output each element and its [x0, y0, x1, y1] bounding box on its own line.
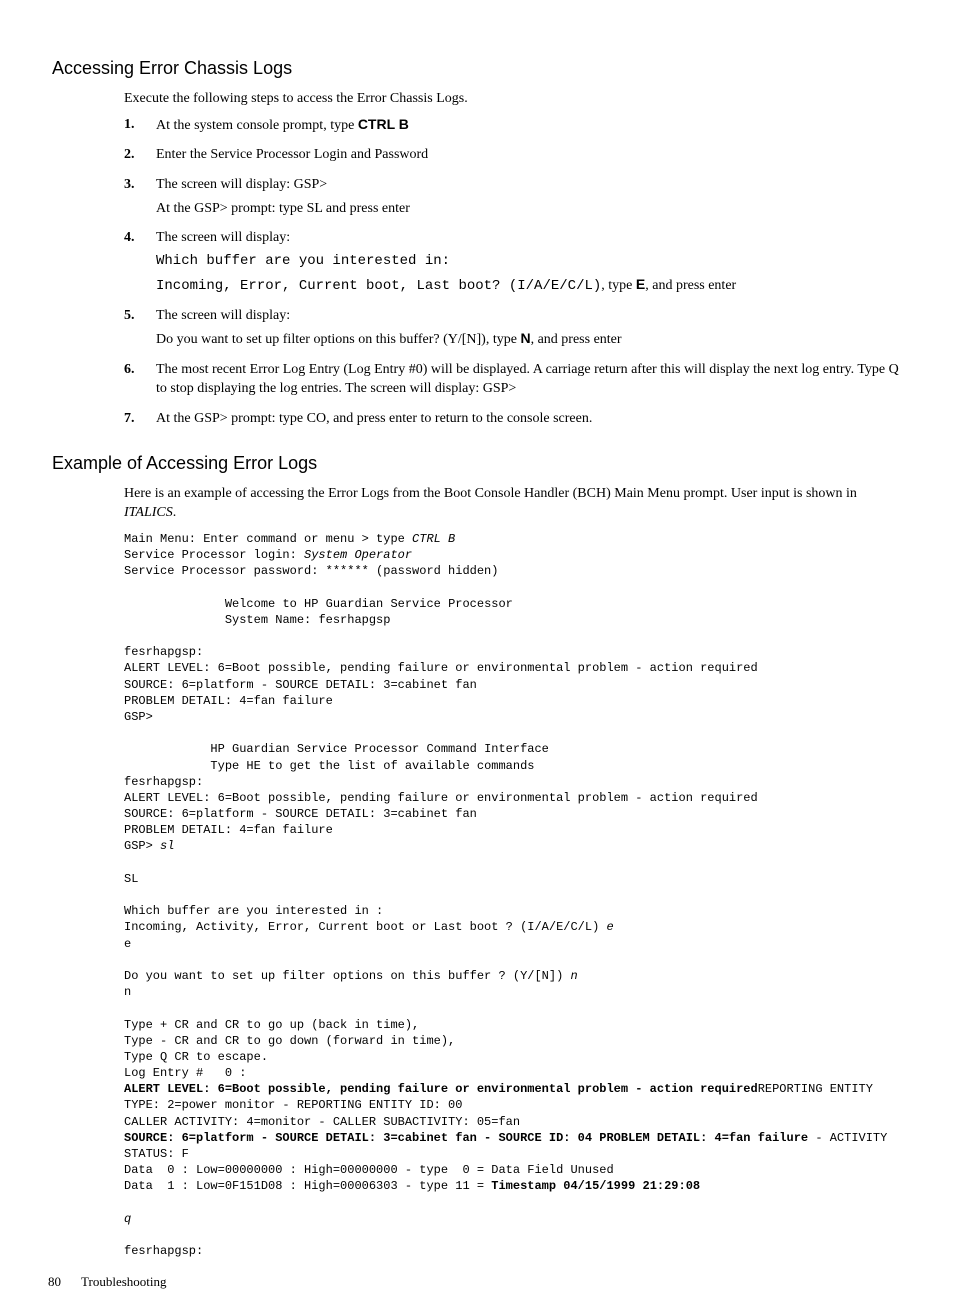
step-3: 3. The screen will display: GSP> At the … — [124, 175, 906, 222]
step-number: 1. — [124, 115, 156, 140]
step-number: 7. — [124, 409, 156, 433]
step-text: Enter the Service Processor Login and Pa… — [156, 145, 906, 165]
step-text: At the GSP> prompt: type CO, and press e… — [156, 409, 906, 429]
step-text: Do you want to set up filter options on … — [156, 329, 906, 350]
step-number: 4. — [124, 228, 156, 299]
kbd-n: N — [520, 330, 530, 346]
step-text: At the GSP> prompt: type SL and press en… — [156, 199, 906, 219]
step-text: The screen will display: GSP> — [156, 175, 906, 195]
page-number: 80 — [48, 1273, 78, 1291]
section-heading-example: Example of Accessing Error Logs — [48, 451, 906, 476]
step-2: 2. Enter the Service Processor Login and… — [124, 145, 906, 169]
step-4: 4. The screen will display: Which buffer… — [124, 228, 906, 299]
step-number: 5. — [124, 306, 156, 354]
step-number: 2. — [124, 145, 156, 169]
step-text: Incoming, Error, Current boot, Last boot… — [156, 275, 906, 296]
step-text: The screen will display: — [156, 228, 906, 248]
intro-text: Here is an example of accessing the Erro… — [124, 484, 906, 523]
terminal-output: Main Menu: Enter command or menu > type … — [124, 531, 906, 1259]
step-text: The screen will display: — [156, 306, 906, 326]
intro-text: Execute the following steps to access th… — [124, 89, 906, 109]
step-number: 3. — [124, 175, 156, 222]
step-6: 6. The most recent Error Log Entry (Log … — [124, 360, 906, 403]
step-text: The most recent Error Log Entry (Log Ent… — [156, 360, 906, 399]
step-7: 7. At the GSP> prompt: type CO, and pres… — [124, 409, 906, 433]
step-number: 6. — [124, 360, 156, 403]
chapter-title: Troubleshooting — [81, 1274, 166, 1289]
section-heading-accessing: Accessing Error Chassis Logs — [48, 56, 906, 81]
steps-list: 1. At the system console prompt, type CT… — [124, 115, 906, 433]
terminal-line: Which buffer are you interested in: — [156, 252, 906, 271]
kbd-e: E — [636, 276, 645, 292]
step-1: 1. At the system console prompt, type CT… — [124, 115, 906, 140]
step-5: 5. The screen will display: Do you want … — [124, 306, 906, 354]
step-text: At the system console prompt, type CTRL … — [156, 115, 906, 136]
kbd-ctrl-b: CTRL B — [358, 116, 409, 132]
page-footer: 80 Troubleshooting — [48, 1273, 906, 1291]
